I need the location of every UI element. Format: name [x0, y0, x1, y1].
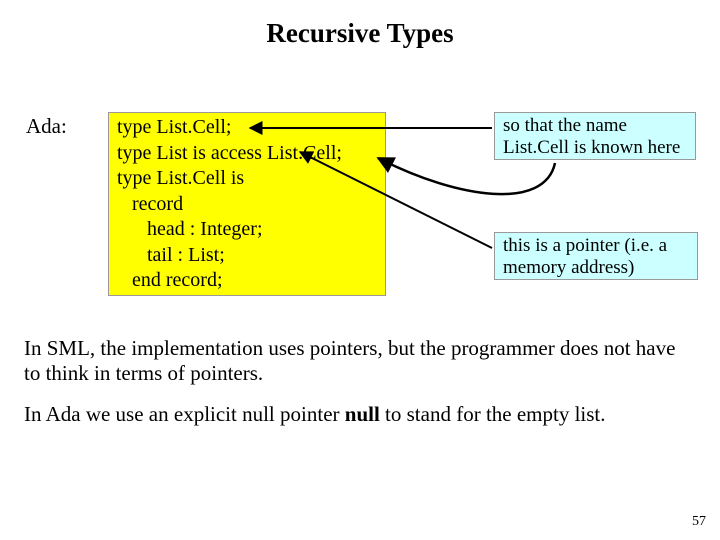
arrow-curved-to-access — [378, 158, 555, 194]
ada-label: Ada: — [26, 114, 67, 139]
para2-post: to stand for the empty list. — [380, 402, 606, 426]
para2-null-bold: null — [345, 402, 380, 426]
para2-pre: In Ada we use an explicit null pointer — [24, 402, 345, 426]
slide-title: Recursive Types — [0, 18, 720, 49]
ada-code-box: type List.Cell; type List is access List… — [108, 112, 386, 296]
paragraph-sml: In SML, the implementation uses pointers… — [24, 336, 696, 386]
note-name-known: so that the name List.Cell is known here — [494, 112, 696, 160]
page-number: 57 — [692, 514, 706, 530]
paragraph-ada-null: In Ada we use an explicit null pointer n… — [24, 402, 696, 427]
note-pointer: this is a pointer (i.e. a memory address… — [494, 232, 698, 280]
